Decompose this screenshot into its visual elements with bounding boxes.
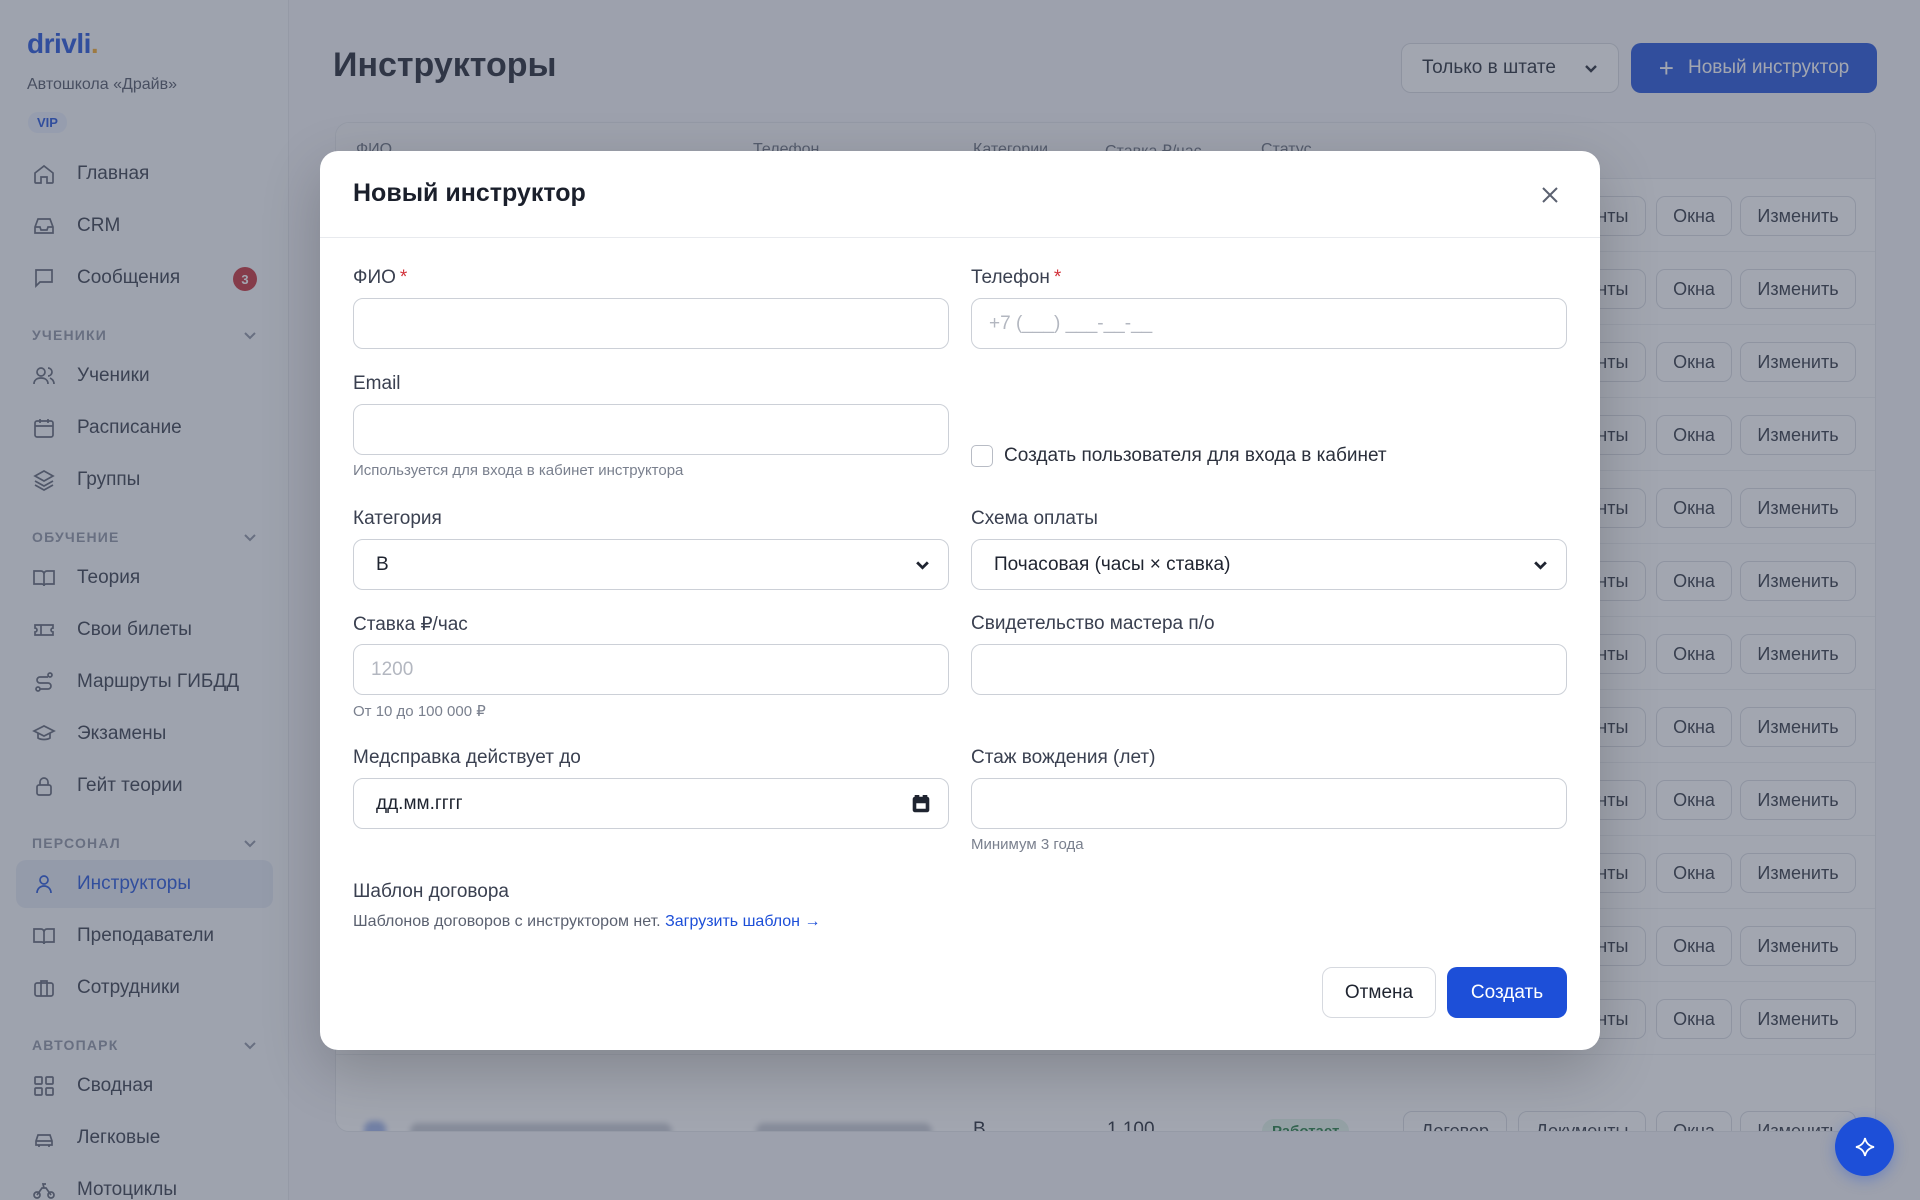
rate-label: Ставка ₽/час xyxy=(353,614,468,635)
certificate-input[interactable] xyxy=(971,644,1567,695)
create-button[interactable]: Создать xyxy=(1447,967,1567,1018)
contract-template-text: Шаблонов договоров с инструктором нет. З… xyxy=(353,913,821,930)
create-user-checkbox-row[interactable]: Создать пользователя для входа в кабинет xyxy=(971,445,1387,467)
medical-date-input[interactable]: дд.мм.гггг xyxy=(353,778,949,829)
create-user-label: Создать пользователя для входа в кабинет xyxy=(1004,445,1387,466)
dialog-header: Новый инструктор xyxy=(320,151,1600,238)
upload-template-link[interactable]: Загрузить шаблон → xyxy=(665,913,820,930)
category-label: Категория xyxy=(353,508,442,529)
experience-hint: Минимум 3 года xyxy=(971,836,1084,853)
experience-label: Стаж вождения (лет) xyxy=(971,747,1156,768)
assistant-fab-button[interactable] xyxy=(1835,1117,1894,1176)
medical-label: Медсправка действует до xyxy=(353,747,581,768)
category-select[interactable]: B xyxy=(353,539,949,590)
chevron-down-icon xyxy=(916,561,929,570)
email-hint: Используется для входа в кабинет инструк… xyxy=(353,462,684,479)
fio-input[interactable] xyxy=(353,298,949,349)
close-icon xyxy=(1542,187,1558,203)
rate-input[interactable]: 1200 xyxy=(353,644,949,695)
new-instructor-dialog: Новый инструктор ФИО * Телефон * +7 (___) … xyxy=(320,151,1600,1050)
create-user-checkbox[interactable] xyxy=(971,445,993,467)
sparkle-icon xyxy=(1855,1137,1874,1156)
experience-input[interactable] xyxy=(971,778,1567,829)
payment-scheme-select[interactable]: Почасовая (часы × ставка) xyxy=(971,539,1567,590)
calendar-icon[interactable] xyxy=(912,794,930,813)
cancel-button[interactable]: Отмена xyxy=(1322,967,1436,1018)
contract-template-label: Шаблон договора xyxy=(353,881,509,902)
phone-input[interactable]: +7 (___) ___-__-__ xyxy=(971,298,1567,349)
chevron-down-icon xyxy=(1534,561,1547,570)
certificate-label: Свидетельство мастера п/о xyxy=(971,613,1215,634)
email-label: Email xyxy=(353,373,401,394)
rate-hint: От 10 до 100 000 ₽ xyxy=(353,703,486,720)
dialog-title: Новый инструктор xyxy=(353,179,586,207)
fio-label: ФИО * xyxy=(353,267,408,288)
close-button[interactable] xyxy=(1536,181,1564,209)
payment-label: Схема оплаты xyxy=(971,508,1098,529)
phone-label: Телефон * xyxy=(971,267,1062,288)
email-input[interactable] xyxy=(353,404,949,455)
